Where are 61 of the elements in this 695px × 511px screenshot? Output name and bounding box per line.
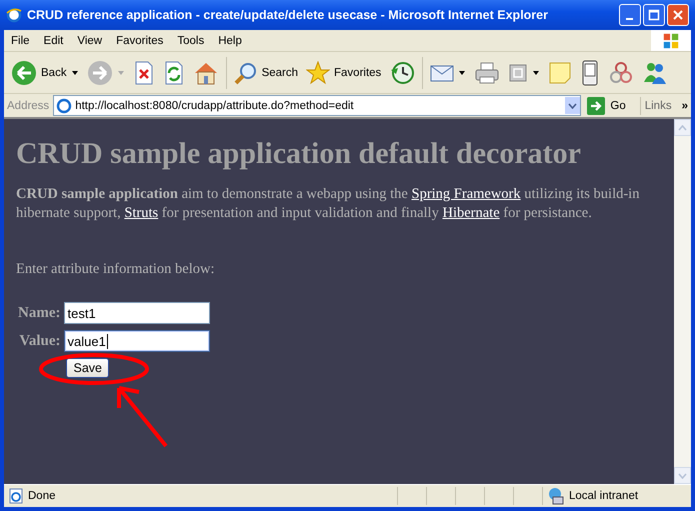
menu-item[interactable]: Tools <box>170 34 212 46</box>
go-button[interactable]: Go <box>585 96 641 114</box>
refresh-icon <box>162 60 185 84</box>
home-icon <box>192 60 219 84</box>
field-label: Value: <box>18 332 60 350</box>
minimize-icon <box>626 18 632 20</box>
window-icon <box>508 62 528 82</box>
search-icon <box>234 60 258 84</box>
caret-icon <box>568 102 578 108</box>
menu-item[interactable]: Favorites <box>109 34 170 46</box>
chevron-button[interactable]: » <box>676 100 688 112</box>
caret-icon <box>678 472 687 478</box>
address-label: Address <box>7 100 50 112</box>
arrow-right-icon <box>587 96 606 114</box>
status-text: Done <box>28 490 56 502</box>
page-icon <box>8 488 24 504</box>
input-field[interactable]: test1 <box>64 302 210 324</box>
form-instruction: Enter attribute information below: <box>16 261 216 278</box>
security-zone: Local intranet <box>569 490 638 502</box>
arrow-left-icon <box>11 60 37 86</box>
maximize-icon <box>648 9 660 21</box>
links-button[interactable]: Links <box>644 100 672 112</box>
page-icon <box>56 98 72 114</box>
printer-icon <box>474 60 500 84</box>
back-button[interactable]: Back <box>8 58 82 88</box>
text-link[interactable]: Struts <box>124 205 158 221</box>
clock-icon <box>389 60 416 86</box>
caret-icon <box>116 70 125 76</box>
close-button[interactable] <box>667 4 689 26</box>
favorites-button[interactable]: Favorites <box>303 58 384 86</box>
caret-icon <box>532 70 540 76</box>
close-icon <box>672 9 684 21</box>
intro-paragraph: CRUD sample application aim to demonstrate a webapp using the Spring Framework utilizing its build-in hibernate support, Struts for presentation and input validation and finally Hibernate for persistance. <box>16 185 640 223</box>
dropdown-button[interactable] <box>565 97 580 114</box>
save-button[interactable]: Save <box>66 358 109 378</box>
caret-icon <box>458 70 466 76</box>
page-heading: CRUD sample application default decorator <box>16 137 582 171</box>
flag-icon <box>662 32 680 50</box>
maximize-button[interactable] <box>643 4 665 26</box>
caret-up-icon <box>678 124 687 130</box>
rings-icon <box>608 60 634 86</box>
network-icon <box>547 487 565 505</box>
stop-icon <box>132 60 155 84</box>
search-button[interactable]: Search <box>230 58 302 86</box>
menu-item[interactable]: Edit <box>36 34 70 46</box>
menu-item[interactable]: Help <box>211 34 249 46</box>
minimize-button[interactable] <box>619 4 641 26</box>
text-link[interactable]: Spring Framework <box>412 186 521 202</box>
address-field[interactable]: http://localhost:8080/crudapp/attribute.do?method=edit <box>53 95 582 116</box>
text-link[interactable]: Hibernate <box>442 205 500 221</box>
caret-icon <box>70 70 79 76</box>
note-icon <box>548 60 572 84</box>
input-field[interactable]: value1 <box>64 330 210 352</box>
window-title: CRUD reference application - create/update/delete usecase - Microsoft Internet Explorer <box>27 8 549 22</box>
star-icon <box>306 60 330 84</box>
browser-icon <box>6 7 22 23</box>
menu-item[interactable]: View <box>70 34 110 46</box>
phone-icon <box>580 60 600 86</box>
arrow-right-icon <box>86 60 113 86</box>
field-label: Name: <box>18 304 60 322</box>
menu-item[interactable]: File <box>4 34 37 46</box>
